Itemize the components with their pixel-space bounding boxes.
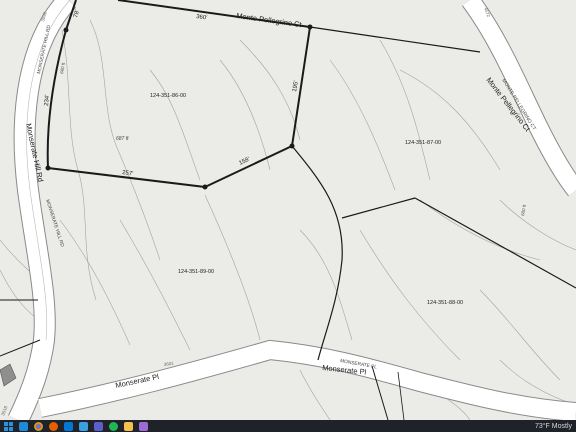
edge-browser-icon[interactable] xyxy=(19,421,28,431)
teams-icon[interactable] xyxy=(94,421,103,431)
parcel-label-87: 124-351-87-00 xyxy=(405,140,441,146)
app-icon[interactable] xyxy=(79,421,88,431)
taskbar: 73°F Mostly xyxy=(0,420,576,432)
explorer-icon[interactable] xyxy=(124,421,133,431)
store-icon[interactable] xyxy=(64,421,73,431)
photos-icon[interactable] xyxy=(139,421,148,431)
contour-label-687: 687 ft xyxy=(116,136,129,142)
parcel-map[interactable]: Monte Pellegrino Ct Monte Pellegrino Ct … xyxy=(0,0,576,425)
parcel-label-86: 124-351-86-00 xyxy=(150,93,186,99)
parcel-label-88: 124-351-88-00 xyxy=(427,300,463,306)
dimension-234: 234' xyxy=(44,95,51,107)
firefox-browser-icon[interactable] xyxy=(49,421,58,431)
spotify-icon[interactable] xyxy=(109,421,118,431)
parcel-label-89: 124-351-89-00 xyxy=(178,269,214,275)
chrome-browser-icon[interactable] xyxy=(34,421,43,431)
weather-status[interactable]: 73°F Mostly xyxy=(535,423,572,430)
map-canvas[interactable]: Monte Pellegrino Ct Monte Pellegrino Ct … xyxy=(0,0,576,425)
windows-start-icon[interactable] xyxy=(4,421,13,431)
